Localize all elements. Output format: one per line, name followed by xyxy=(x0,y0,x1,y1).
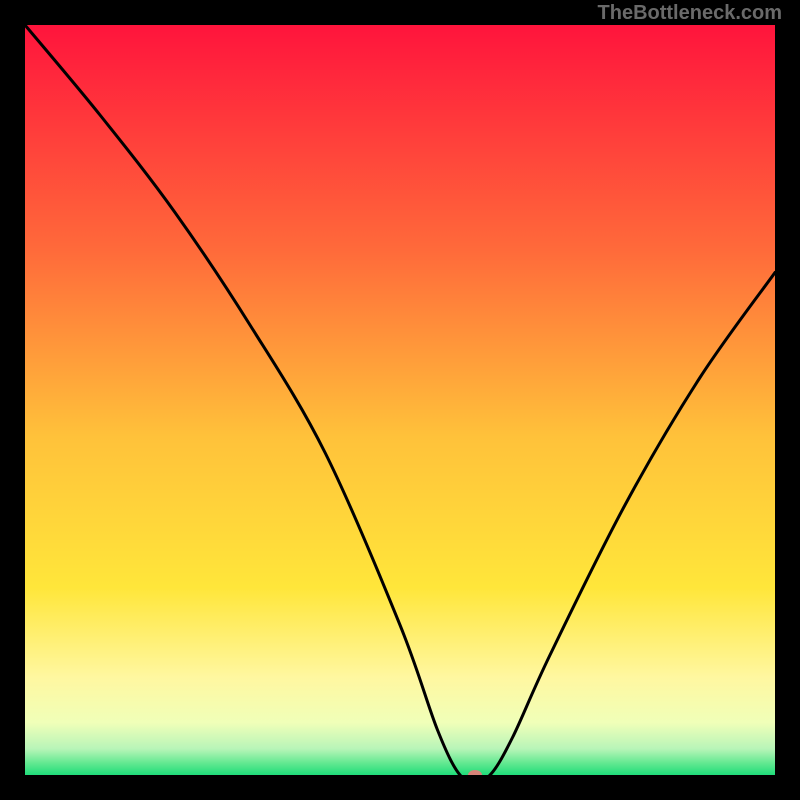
chart-svg xyxy=(25,25,775,775)
chart-container: TheBottleneck.com xyxy=(0,0,800,800)
plot-area xyxy=(25,25,775,775)
gradient-background xyxy=(25,25,775,775)
watermark-text: TheBottleneck.com xyxy=(598,2,782,25)
